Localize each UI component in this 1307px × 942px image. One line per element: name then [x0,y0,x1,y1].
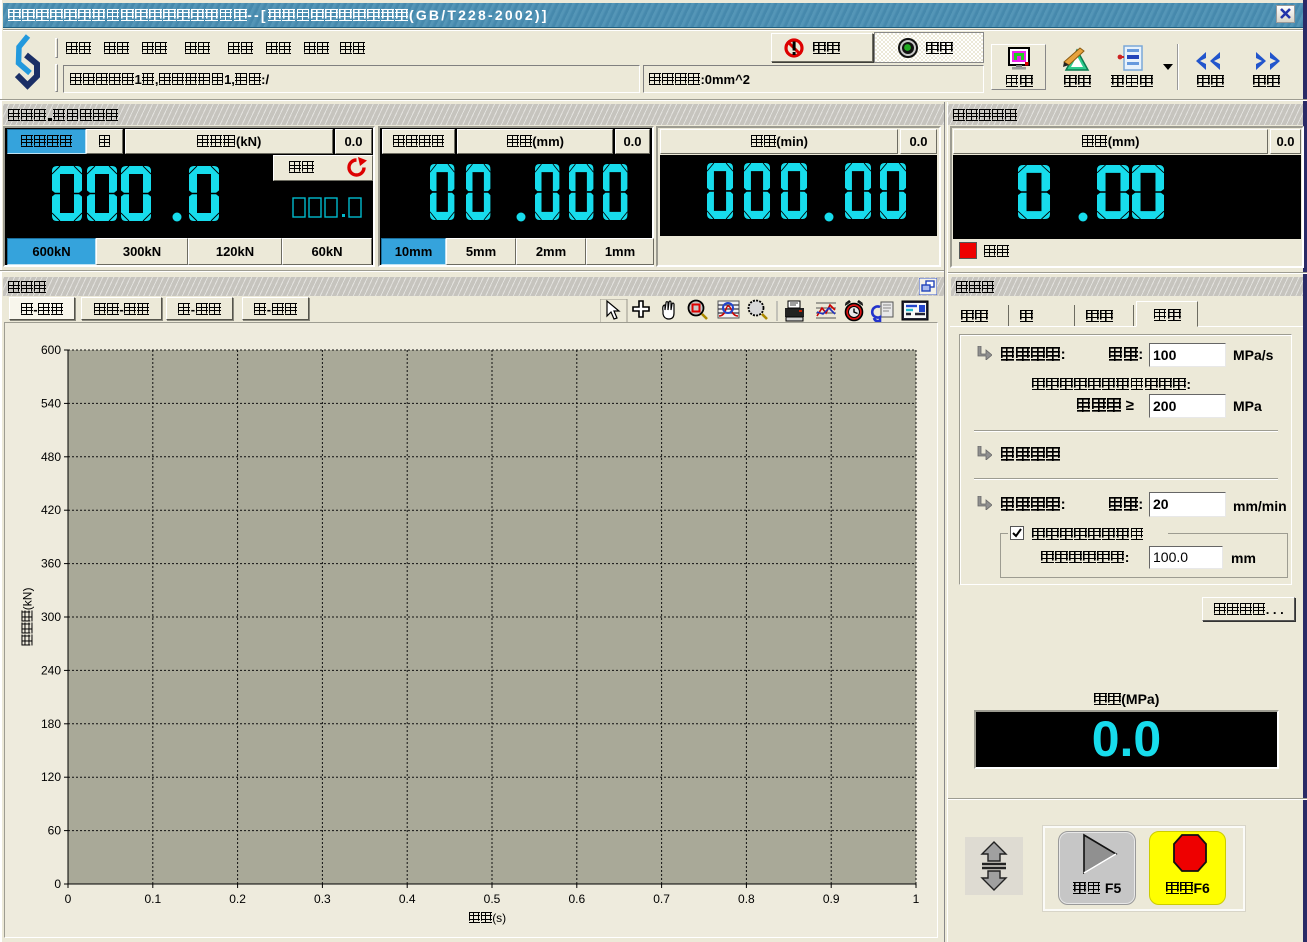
svg-text:0: 0 [54,877,61,891]
svg-text:120: 120 [41,770,61,784]
svg-text:540: 540 [41,396,61,410]
svg-text:0.3: 0.3 [314,892,331,906]
svg-text:0.7: 0.7 [653,892,670,906]
svg-text:600: 600 [41,343,61,357]
svg-text:240: 240 [41,663,61,677]
svg-text:0: 0 [65,892,72,906]
svg-text:0.2: 0.2 [229,892,246,906]
svg-text:0.4: 0.4 [399,892,416,906]
svg-text:420: 420 [41,503,61,517]
svg-text:0.5: 0.5 [484,892,501,906]
svg-text:0.6: 0.6 [568,892,585,906]
svg-text:1: 1 [913,892,920,906]
svg-text:300: 300 [41,610,61,624]
svg-text:60: 60 [48,824,62,838]
svg-text:0.8: 0.8 [738,892,755,906]
svg-text:180: 180 [41,717,61,731]
svg-text:0.1: 0.1 [144,892,161,906]
svg-text:480: 480 [41,450,61,464]
svg-text:0.9: 0.9 [823,892,840,906]
svg-text:360: 360 [41,557,61,571]
